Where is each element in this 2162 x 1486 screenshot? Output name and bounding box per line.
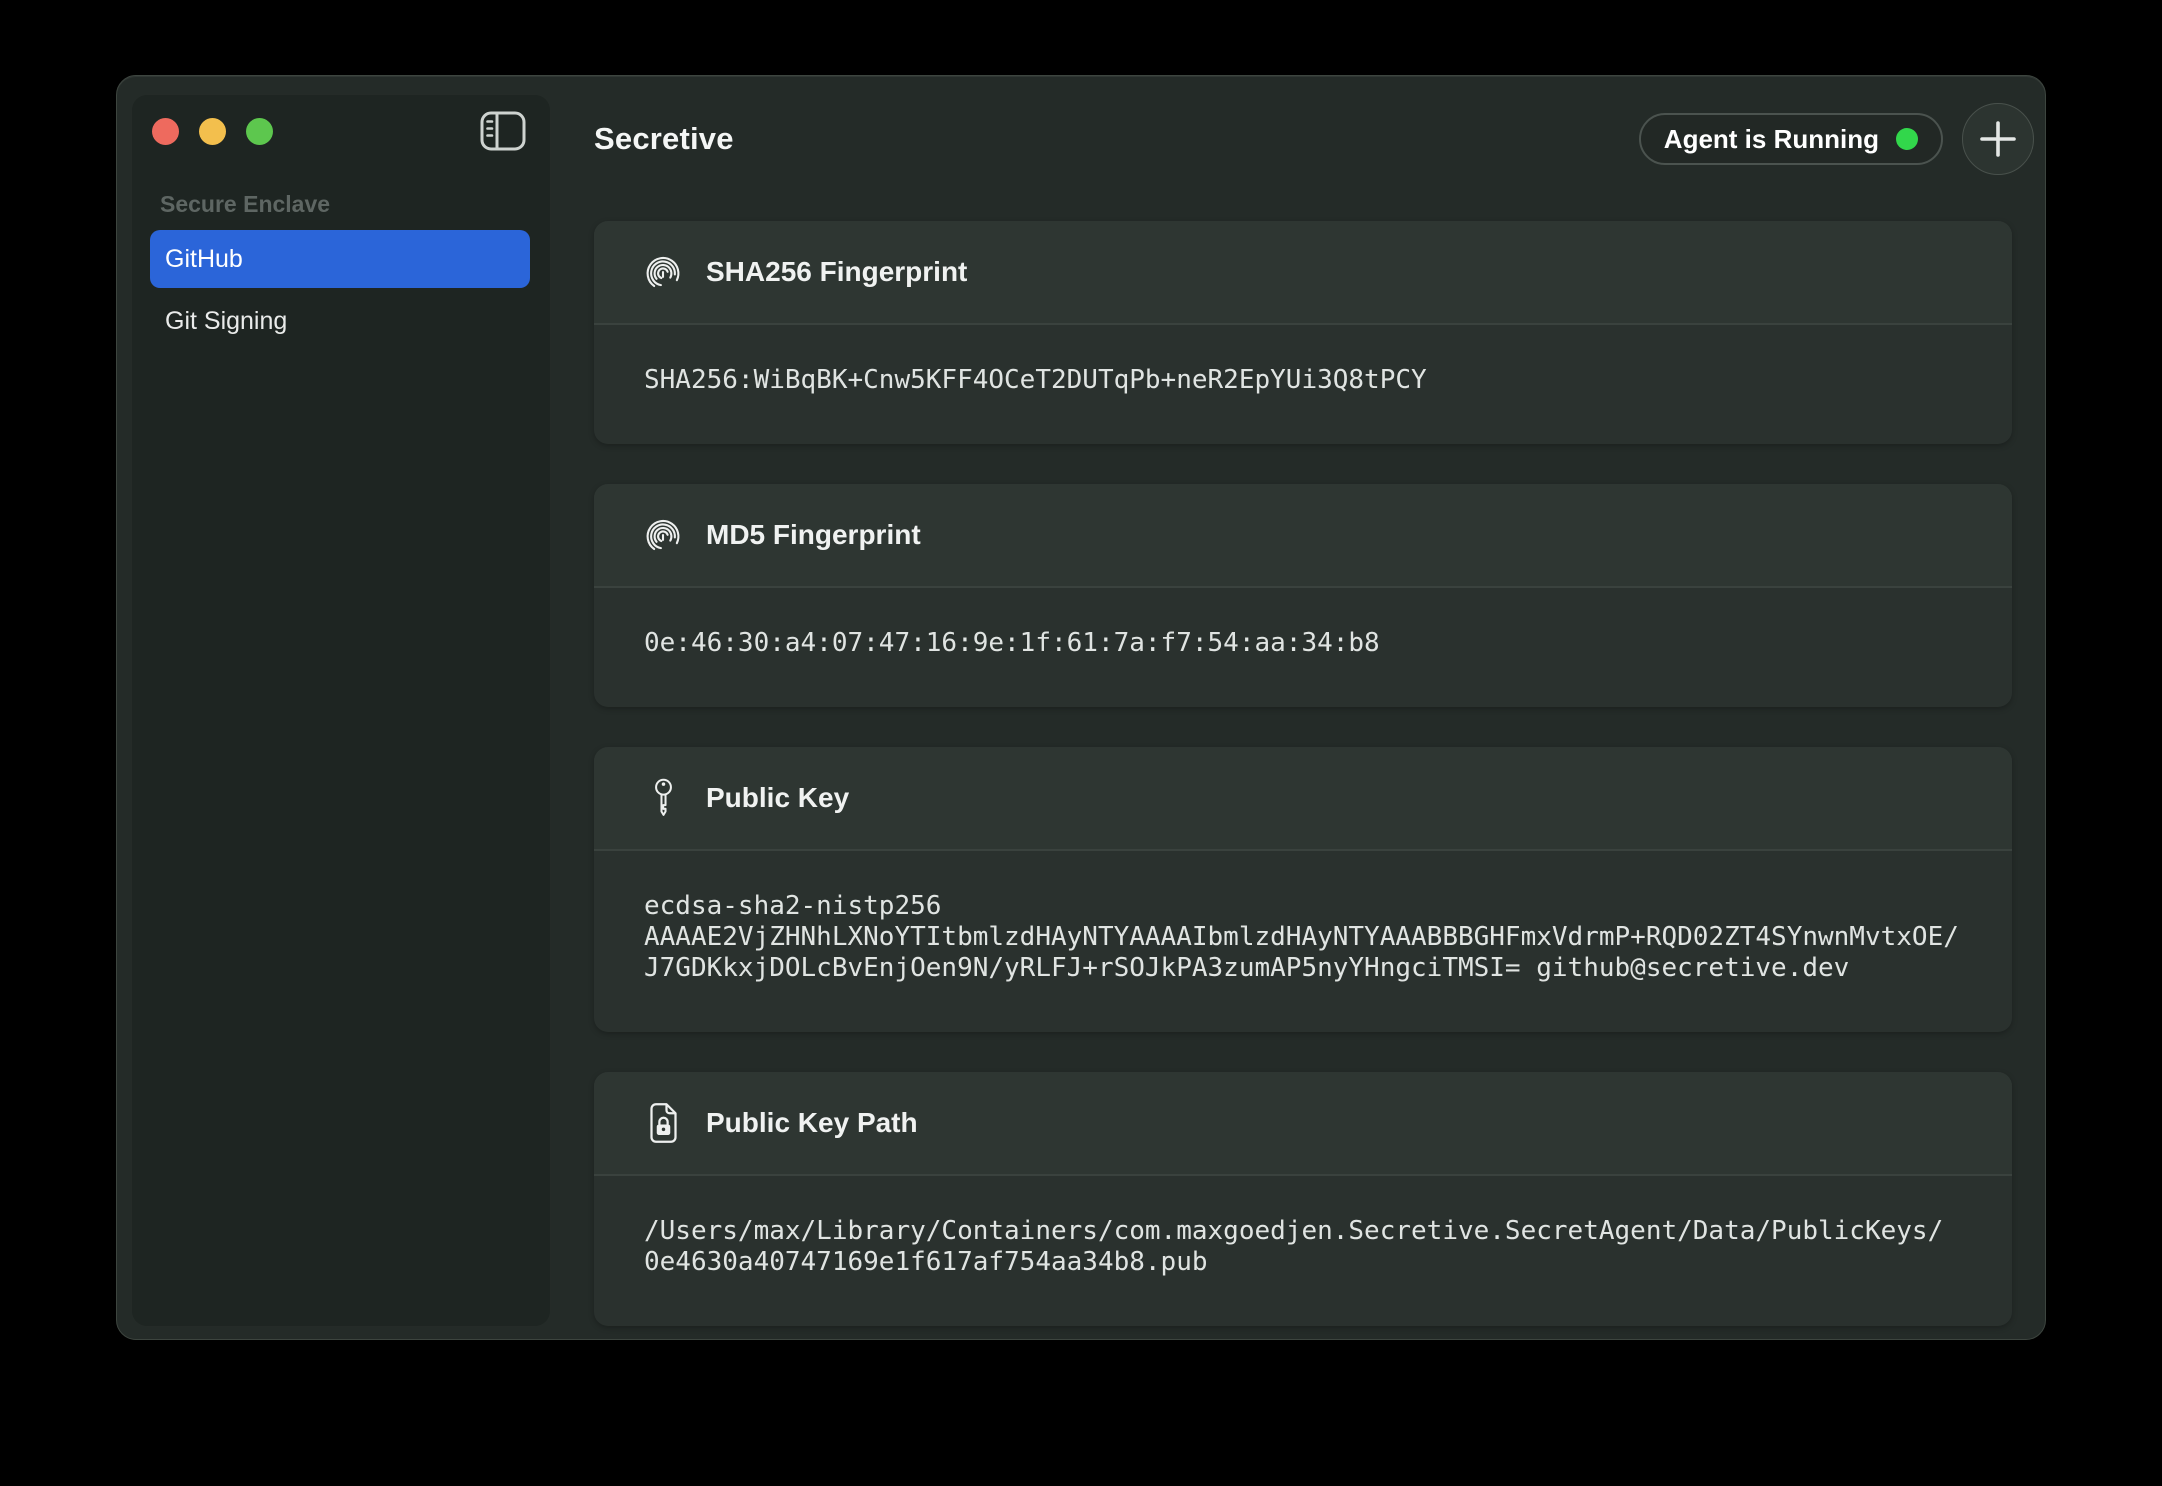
zoom-window-button[interactable] — [246, 118, 273, 145]
sidebar-item-label: GitHub — [165, 245, 243, 274]
public-key-path-card: Public Key Path /​Users/​max/​Library/​C… — [594, 1072, 2012, 1326]
md5-fingerprint-card: MD5 Fingerprint 0e:46:30:a4:07:47:16:9e:… — [594, 484, 2012, 707]
sidebar-toggle-icon — [480, 111, 526, 151]
card-header: Public Key — [594, 747, 2012, 851]
card-header: SHA256 Fingerprint — [594, 221, 2012, 325]
doc-lock-icon — [647, 1102, 680, 1144]
card-title: Public Key Path — [706, 1107, 918, 1139]
agent-status-badge[interactable]: Agent is Running — [1639, 113, 1943, 165]
sha256-fingerprint-card: SHA256 Fingerprint SHA256:WiBqBK+Cnw5KFF… — [594, 221, 2012, 444]
key-detail-cards: SHA256 Fingerprint SHA256:WiBqBK+Cnw5KFF… — [594, 221, 2012, 1326]
sidebar: Secure Enclave GitHub Git Signing — [131, 94, 551, 1327]
minimize-window-button[interactable] — [199, 118, 226, 145]
agent-status-label: Agent is Running — [1664, 124, 1879, 155]
status-dot-icon — [1896, 128, 1918, 150]
public-key-card: Public Key ecdsa-sha2-nistp256 AAAAE2VjZ… — [594, 747, 2012, 1032]
sidebar-item-git-signing[interactable]: Git Signing — [150, 292, 530, 350]
main-header: Secretive Agent is Running — [594, 103, 2034, 175]
card-header: Public Key Path — [594, 1072, 2012, 1176]
app-window: Secure Enclave GitHub Git Signing Secret… — [116, 75, 2046, 1340]
public-key-value: ecdsa-sha2-nistp256 AAAAE2VjZHNhLXNoYTIt… — [594, 851, 2012, 1032]
card-title: MD5 Fingerprint — [706, 519, 921, 551]
plus-icon — [1979, 120, 2017, 158]
fingerprint-icon — [642, 514, 684, 556]
page-title: Secretive — [594, 121, 734, 157]
fingerprint-icon — [642, 251, 684, 293]
card-title: SHA256 Fingerprint — [706, 256, 967, 288]
sha256-fingerprint-value: SHA256:WiBqBK+Cnw5KFF4OCeT2DUTqPb+neR2Ep… — [594, 325, 2012, 444]
window-controls — [152, 118, 273, 145]
md5-fingerprint-value: 0e:46:30:a4:07:47:16:9e:1f:61:7a:f7:54:a… — [594, 588, 2012, 707]
sidebar-item-label: Git Signing — [165, 307, 287, 336]
public-key-path-value: /​Users/​max/​Library/​Containers/​com.m… — [594, 1176, 2012, 1326]
main-content: Secretive Agent is Running — [551, 76, 2045, 1339]
sidebar-toggle-button[interactable] — [480, 111, 526, 151]
add-secret-button[interactable] — [1962, 103, 2034, 175]
key-icon — [650, 776, 677, 820]
sidebar-item-github[interactable]: GitHub — [150, 230, 530, 288]
sidebar-section-label: Secure Enclave — [160, 191, 530, 218]
card-title: Public Key — [706, 782, 849, 814]
card-header: MD5 Fingerprint — [594, 484, 2012, 588]
close-window-button[interactable] — [152, 118, 179, 145]
secrets-list: Secure Enclave GitHub Git Signing — [150, 191, 530, 354]
